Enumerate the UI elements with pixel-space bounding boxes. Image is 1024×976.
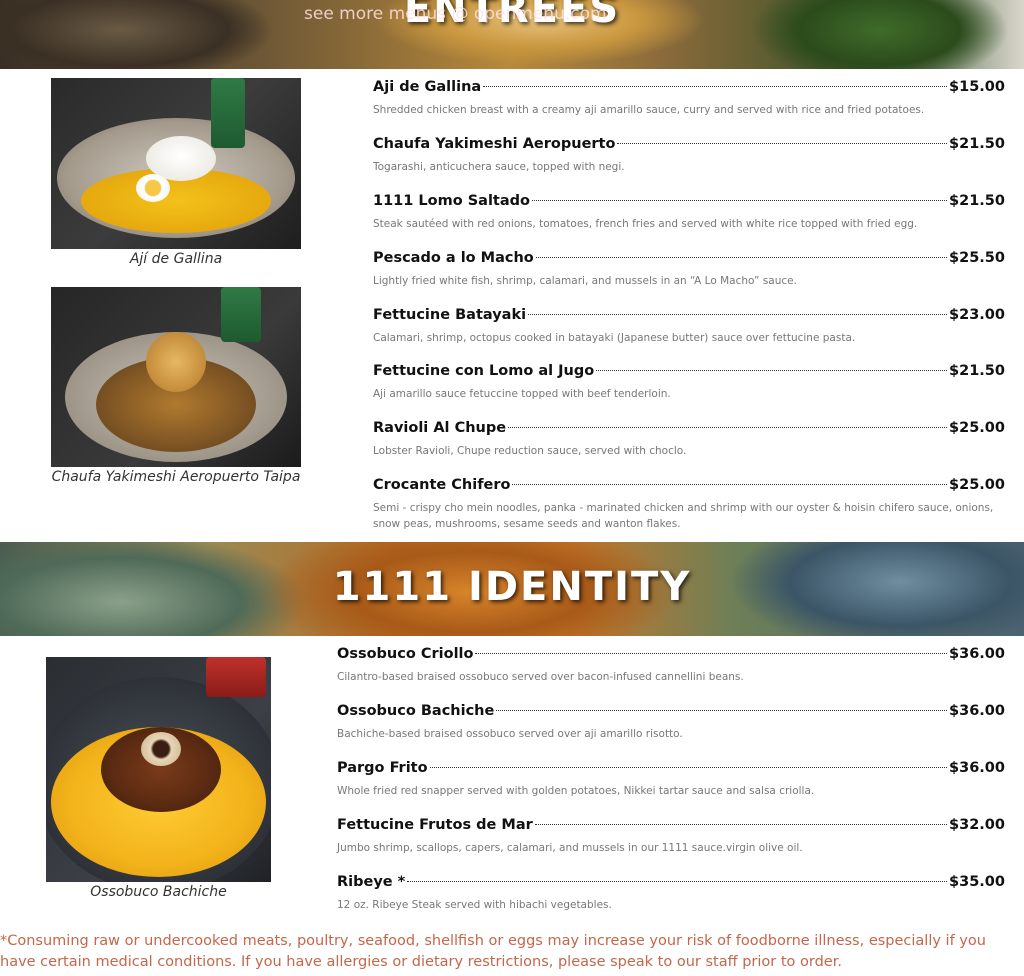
item-name: 1111 Lomo Saltado (373, 193, 530, 209)
item-name: Fettucine Frutos de Mar (337, 817, 533, 833)
item-price: $23.00 (949, 307, 1005, 323)
leader-dots (528, 314, 948, 315)
menu-page: ENTREES see more menus @ openmenu.com Aj… (0, 0, 1024, 976)
item-name: Fettucine Batayaki (373, 307, 527, 323)
identity-title: 1111 IDENTITY (332, 564, 692, 610)
item-price: $21.50 (949, 193, 1005, 209)
menu-item: Chaufa Yakimeshi Aeropuerto $21.50 Togara… (373, 136, 1005, 175)
leader-dots (508, 427, 948, 428)
item-price: $36.00 (949, 703, 1005, 719)
identity-list: Ossobuco Criollo $36.00 Cilantro-based br… (337, 646, 1005, 916)
leader-dots (512, 484, 948, 485)
menu-item: Pescado a lo Macho $25.50 Lightly fried w… (373, 250, 1005, 289)
item-description: Lightly fried white fish, shrimp, calama… (373, 275, 797, 287)
identity-banner: 1111 IDENTITY (0, 542, 1024, 636)
leader-dots (407, 881, 948, 882)
item-price: $21.50 (949, 136, 1005, 152)
leader-dots (535, 257, 948, 258)
leader-dots (475, 653, 948, 654)
menu-item: Crocante Chifero $25.00 Semi - crispy cho… (373, 477, 1005, 532)
item-price: $35.00 (949, 874, 1005, 890)
leader-dots (429, 767, 948, 768)
ossobuco-bachiche-photo (46, 657, 271, 882)
item-price: $15.00 (949, 79, 1005, 95)
menu-item: Fettucine Frutos de Mar $32.00 Jumbo shri… (337, 817, 1005, 856)
entrees-list: Aji de Gallina $15.00 Shredded chicken br… (373, 79, 1005, 534)
menu-item: 1111 Lomo Saltado $21.50 Steak sautéed wi… (373, 193, 1005, 232)
entrees-banner: ENTREES see more menus @ openmenu.com (0, 0, 1024, 69)
chaufa-yakimeshi-photo (51, 287, 301, 467)
item-description: Whole fried red snapper served with gold… (337, 785, 815, 797)
menu-item: Ribeye * $35.00 12 oz. Ribeye Steak serve… (337, 874, 1005, 913)
item-description: Steak sautéed with red onions, tomatoes,… (373, 218, 918, 230)
item-price: $21.50 (949, 363, 1005, 379)
leader-dots (596, 370, 948, 371)
item-name: Pescado a lo Macho (373, 250, 534, 266)
leader-dots (531, 200, 948, 201)
item-description: Jumbo shrimp, scallops, capers, calamari… (337, 842, 803, 854)
item-name: Aji de Gallina (373, 79, 482, 95)
chaufa-yakimeshi-caption: Chaufa Yakimeshi Aeropuerto Taipa (51, 469, 301, 485)
menu-item: Ossobuco Criollo $36.00 Cilantro-based br… (337, 646, 1005, 685)
aji-de-gallina-caption: Ají de Gallina (129, 251, 223, 267)
leader-dots (483, 86, 948, 87)
leader-dots (617, 143, 948, 144)
watermark-link[interactable]: see more menus @ openmenu.com (304, 4, 607, 24)
item-description: Aji amarillo sauce fetuccine topped with… (373, 388, 671, 400)
leader-dots (496, 710, 948, 711)
item-name: Ribeye * (337, 874, 406, 890)
item-description: Shredded chicken breast with a creamy aj… (373, 104, 925, 116)
aji-de-gallina-photo (51, 78, 301, 249)
leader-dots (534, 824, 948, 825)
item-price: $36.00 (949, 646, 1005, 662)
item-name: Chaufa Yakimeshi Aeropuerto (373, 136, 616, 152)
item-name: Crocante Chifero (373, 477, 511, 493)
item-name: Ravioli Al Chupe (373, 420, 507, 436)
item-name: Ossobuco Criollo (337, 646, 474, 662)
item-description: Lobster Ravioli, Chupe reduction sauce, … (373, 445, 687, 457)
item-description: Togarashi, anticuchera sauce, topped wit… (373, 161, 625, 173)
item-description: 12 oz. Ribeye Steak served with hibachi … (337, 899, 612, 911)
food-safety-notice: *Consuming raw or undercooked meats, pou… (0, 933, 986, 970)
ossobuco-bachiche-caption: Ossobuco Bachiche (90, 884, 227, 900)
item-name: Fettucine con Lomo al Jugo (373, 363, 595, 379)
item-description: Semi - crispy cho mein noodles, panka - … (373, 502, 994, 530)
item-description: Cilantro-based braised ossobuco served o… (337, 671, 744, 683)
menu-item: Ossobuco Bachiche $36.00 Bachiche-based b… (337, 703, 1005, 742)
menu-item: Ravioli Al Chupe $25.00 Lobster Ravioli, … (373, 420, 1005, 459)
menu-item: Aji de Gallina $15.00 Shredded chicken br… (373, 79, 1005, 118)
item-description: Bachiche-based braised ossobuco served o… (337, 728, 683, 740)
item-description: Calamari, shrimp, octopus cooked in bata… (373, 332, 856, 344)
item-price: $36.00 (949, 760, 1005, 776)
item-price: $25.00 (949, 477, 1005, 493)
item-price: $32.00 (949, 817, 1005, 833)
menu-item: Pargo Frito $36.00 Whole fried red snappe… (337, 760, 1005, 799)
item-name: Pargo Frito (337, 760, 428, 776)
item-price: $25.50 (949, 250, 1005, 266)
item-price: $25.00 (949, 420, 1005, 436)
item-name: Ossobuco Bachiche (337, 703, 495, 719)
menu-item: Fettucine Batayaki $23.00 Calamari, shrim… (373, 307, 1005, 346)
menu-item: Fettucine con Lomo al Jugo $21.50 Aji ama… (373, 363, 1005, 402)
